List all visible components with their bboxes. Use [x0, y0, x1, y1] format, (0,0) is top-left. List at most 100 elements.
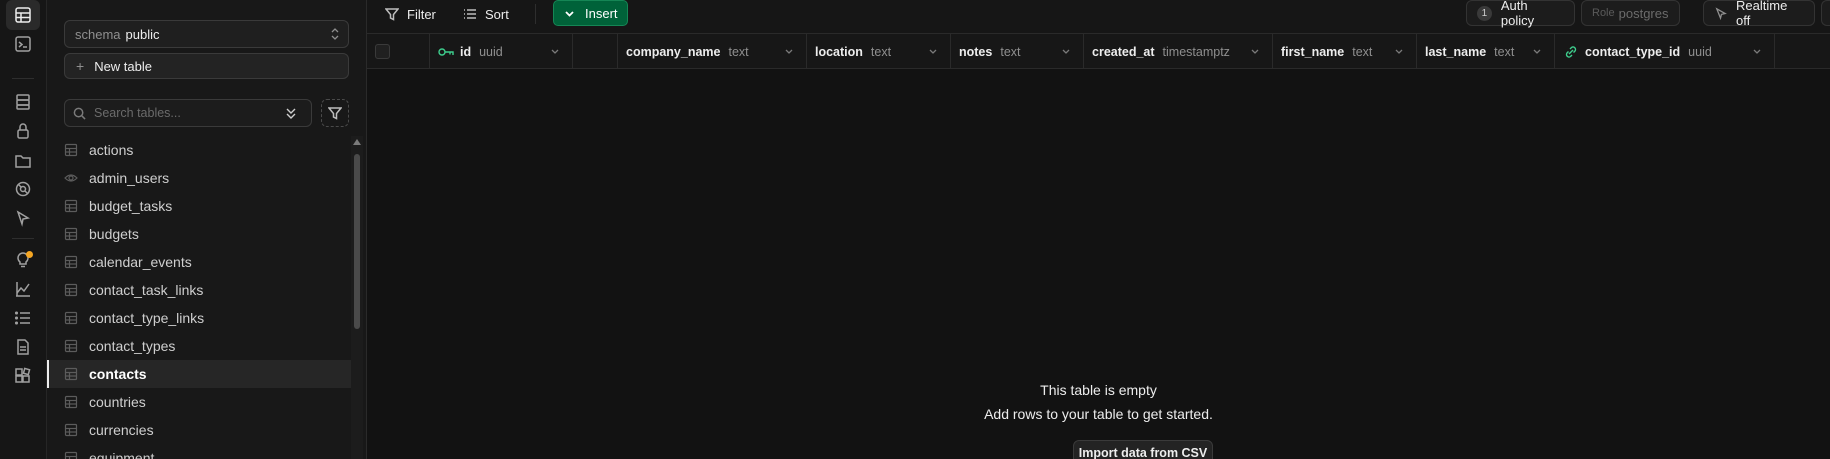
api-docs-icon[interactable]	[6, 332, 40, 362]
sidebar-table-label: countries	[89, 394, 146, 410]
sidebar-table-label: contacts	[89, 366, 147, 382]
sidebar-table-item[interactable]: budget_tasks	[47, 192, 351, 220]
sidebar-table-item[interactable]: countries	[47, 388, 351, 416]
sort-icon	[463, 7, 477, 21]
sidebar-table-item[interactable]: budgets	[47, 220, 351, 248]
chevron-down-icon[interactable]	[1532, 48, 1542, 56]
sidebar-table-item[interactable]: actions	[47, 136, 351, 164]
select-all-checkbox[interactable]	[375, 44, 390, 59]
search-icon	[73, 107, 86, 120]
storage-icon[interactable]	[6, 145, 40, 175]
rail-divider	[12, 78, 34, 79]
role-select[interactable]: Role postgres	[1581, 0, 1680, 26]
sql-editor-icon[interactable]	[6, 29, 40, 59]
table-icon	[64, 367, 78, 381]
auth-icon[interactable]	[6, 116, 40, 146]
sidebar-table-item[interactable]: currencies	[47, 416, 351, 444]
chevron-down-icon[interactable]	[1061, 48, 1071, 56]
reports-icon[interactable]	[6, 274, 40, 304]
sort-button[interactable]: Sort	[463, 2, 509, 26]
table-icon	[64, 339, 78, 353]
table-icon	[64, 451, 78, 459]
sidebar-table-item[interactable]: admin_users	[47, 164, 351, 192]
chevron-down-icon[interactable]	[550, 48, 560, 56]
scrollbar[interactable]	[351, 136, 363, 459]
filter-icon	[385, 7, 399, 21]
chevron-down-icon[interactable]	[1394, 48, 1404, 56]
sidebar-table-label: calendar_events	[89, 254, 192, 270]
sidebar-table-item[interactable]: equipment	[47, 444, 351, 459]
advisors-icon[interactable]	[6, 245, 40, 275]
role-label: Role	[1592, 7, 1615, 19]
chevron-down-icon[interactable]	[928, 48, 938, 56]
column-type: uuid	[479, 44, 503, 59]
column-header[interactable]: contact_type_id uuid	[1555, 34, 1775, 69]
sort-label: Sort	[485, 6, 509, 22]
link-icon	[1565, 45, 1577, 58]
integrations-icon[interactable]	[6, 361, 40, 391]
column-type: timestamptz	[1162, 44, 1230, 59]
view-icon	[64, 171, 78, 185]
database-icon[interactable]	[6, 87, 40, 117]
realtime-label: Realtime off	[1736, 0, 1788, 28]
import-csv-button[interactable]: Import data from CSV	[1073, 440, 1213, 459]
column-header[interactable]: id uuid	[430, 34, 573, 69]
table-icon	[64, 199, 78, 213]
realtime-icon[interactable]	[6, 174, 40, 204]
schema-value: public	[125, 26, 160, 42]
table-icon	[64, 227, 78, 241]
new-table-label: New table	[94, 58, 152, 74]
table-sidebar: schema public + New table actions admin_u…	[47, 0, 367, 459]
filter-button[interactable]: Filter	[385, 2, 436, 26]
auth-policy-button[interactable]: 1 Auth policy	[1466, 0, 1575, 28]
edge-functions-icon[interactable]	[6, 203, 40, 233]
column-type: text	[1494, 44, 1515, 59]
table-editor-icon[interactable]	[6, 0, 40, 30]
filter-icon	[328, 107, 342, 120]
scrollbar-thumb[interactable]	[354, 154, 360, 329]
sidebar-table-item[interactable]: contacts	[47, 360, 351, 388]
scroll-up-arrow-icon[interactable]	[353, 139, 361, 145]
grid-toolbar: Filter Sort Insert 1 Auth policy Role po…	[367, 0, 1830, 34]
chevron-down-icon[interactable]	[784, 48, 794, 56]
icon-rail	[0, 0, 47, 459]
column-name: location	[815, 44, 863, 59]
grid-header: id uuid company_name text location text notes t…	[367, 34, 1830, 69]
toolbar-divider	[535, 4, 536, 24]
column-header[interactable]: created_at timestamptz	[1084, 34, 1273, 69]
sidebar-table-label: budget_tasks	[89, 198, 173, 214]
chevron-down-icon	[565, 10, 574, 17]
sidebar-table-item[interactable]: contact_types	[47, 332, 351, 360]
search-input[interactable]	[94, 106, 274, 120]
sidebar-table-item[interactable]: calendar_events	[47, 248, 351, 276]
app-root: schema public + New table actions admin_u…	[0, 0, 1830, 459]
column-header[interactable]: company_name text	[618, 34, 807, 69]
column-header[interactable]: first_name text	[1273, 34, 1417, 69]
sidebar-table-item[interactable]: contact_task_links	[47, 276, 351, 304]
chevron-down-icon[interactable]	[1752, 48, 1762, 56]
filter-tables-button[interactable]	[321, 99, 349, 127]
insert-button[interactable]: Insert	[553, 0, 628, 26]
empty-subtitle: Add rows to your table to get started.	[984, 406, 1213, 422]
sidebar-table-item[interactable]: contact_type_links	[47, 304, 351, 332]
column-header[interactable]: last_name text	[1417, 34, 1555, 69]
new-table-button[interactable]: + New table	[64, 53, 349, 79]
logs-icon[interactable]	[6, 303, 40, 333]
column-header[interactable]: notes text	[951, 34, 1084, 69]
chevrons-down-icon[interactable]	[285, 106, 297, 120]
column-name: company_name	[626, 44, 721, 59]
table-icon	[64, 395, 78, 409]
column-header[interactable]: location text	[807, 34, 951, 69]
column-type: uuid	[1688, 44, 1712, 59]
sidebar-table-label: contact_type_links	[89, 310, 205, 326]
more-options-button[interactable]	[1821, 0, 1830, 26]
realtime-toggle[interactable]: Realtime off	[1703, 0, 1815, 28]
sidebar-table-label: currencies	[89, 422, 154, 438]
primary-key-icon	[438, 47, 454, 56]
chevron-down-icon[interactable]	[1250, 48, 1260, 56]
table-icon	[64, 311, 78, 325]
schema-select[interactable]: schema public	[64, 20, 349, 48]
empty-title: This table is empty	[1040, 382, 1157, 398]
table-icon	[64, 283, 78, 297]
empty-state: This table is empty Add rows to your tab…	[367, 69, 1830, 459]
